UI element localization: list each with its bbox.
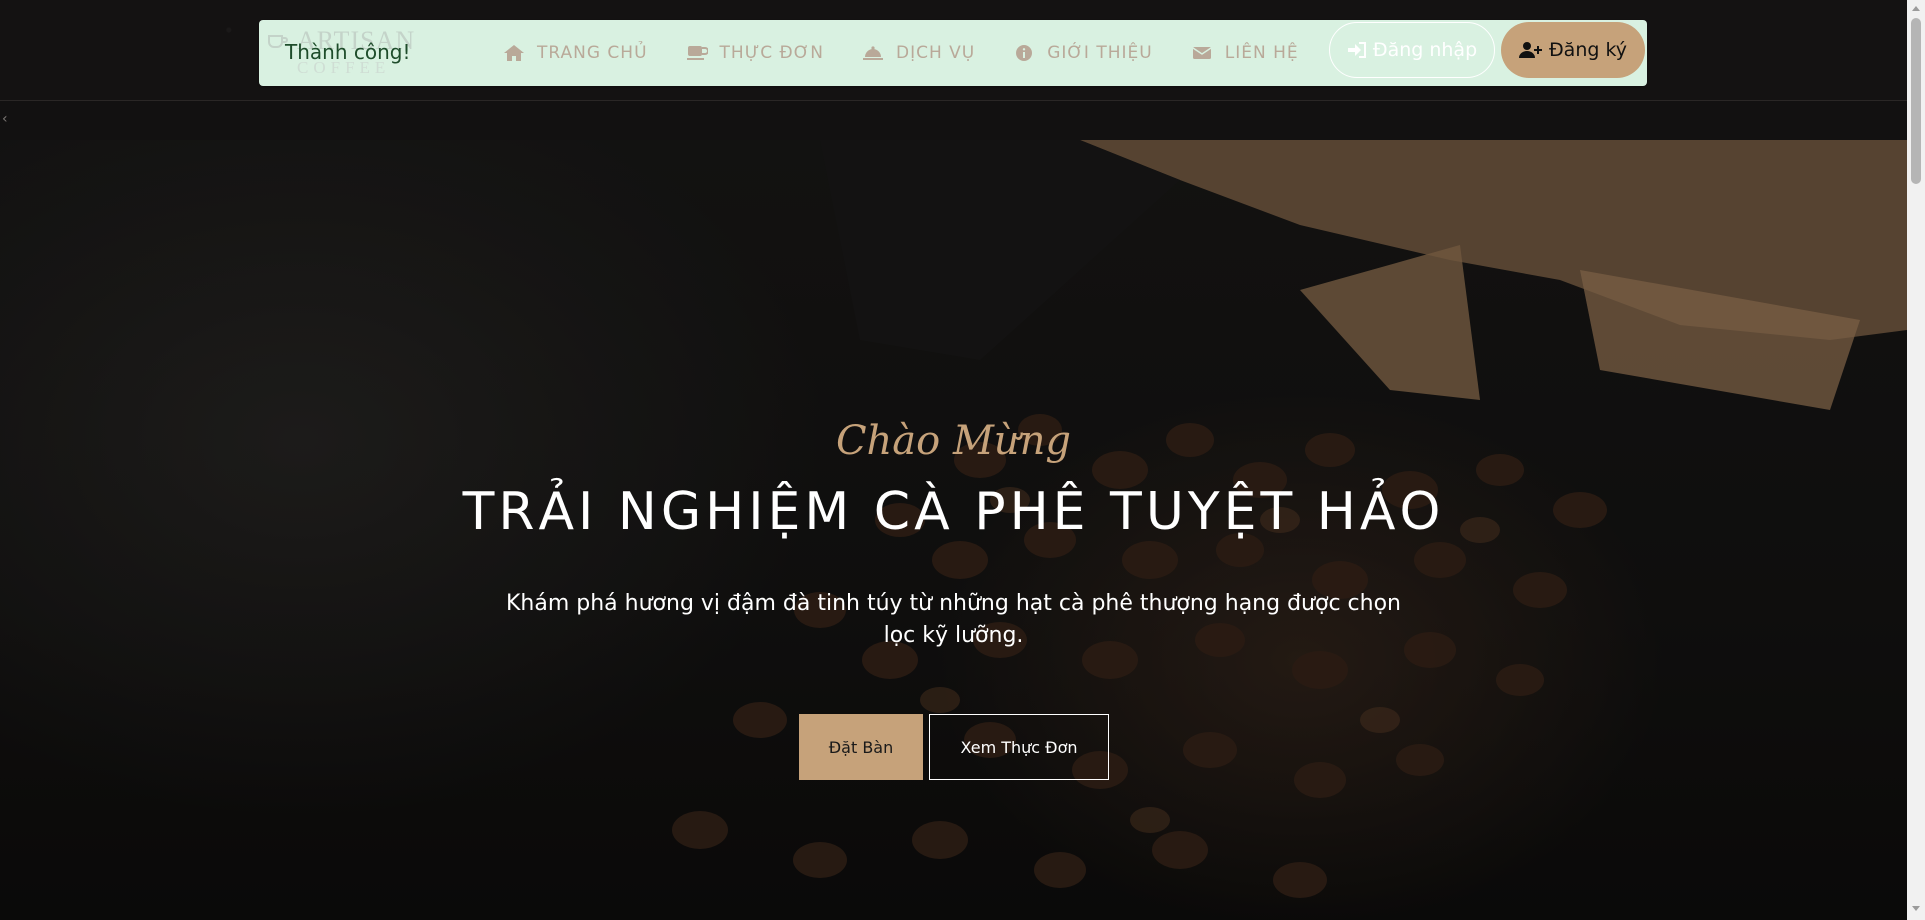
view-menu-button[interactable]: Xem Thực Đơn (929, 714, 1109, 780)
nav-item-label: LIÊN HỆ (1224, 43, 1299, 63)
login-button[interactable]: Đăng nhập (1329, 22, 1495, 78)
scroll-up-arrow-icon[interactable] (1912, 6, 1920, 11)
nav-item-home[interactable]: TRANG CHỦ (503, 43, 648, 63)
sign-in-icon (1347, 42, 1366, 58)
navbar: ARTISAN COFFEE Thành công! TRANG CHỦ THỰ… (259, 20, 1647, 86)
hero-eyebrow: Chào Mừng (835, 418, 1072, 464)
hero-section: Chào Mừng TRẢI NGHIỆM CÀ PHÊ TUYỆT HẢO K… (0, 140, 1907, 920)
nav-item-label: DỊCH VỤ (895, 43, 976, 63)
coffee-mug-icon (686, 46, 708, 60)
hero-description: Khám phá hương vị đậm đà tinh túy từ nhữ… (506, 591, 1401, 648)
nav-item-label: TRANG CHỦ (537, 43, 648, 63)
info-circle-icon (1016, 45, 1033, 61)
vertical-scrollbar[interactable] (1907, 0, 1925, 920)
nav-item-label: THỰC ĐƠN (719, 43, 824, 63)
nav-item-services[interactable]: DỊCH VỤ (862, 43, 975, 63)
home-icon (504, 45, 524, 61)
signup-button[interactable]: Đăng ký (1501, 22, 1645, 78)
user-plus-icon (1518, 42, 1542, 58)
nav-item-menu[interactable]: THỰC ĐƠN (686, 43, 824, 63)
main-nav: TRANG CHỦ THỰC ĐƠN DỊCH VỤ GIỚI THIỆU LI… (503, 20, 1299, 86)
login-label: Đăng nhập (1372, 39, 1478, 61)
success-toast-message: Thành công! (285, 40, 411, 64)
sub-header-bar (0, 100, 1907, 141)
book-table-button[interactable]: Đặt Bàn (799, 714, 923, 780)
scroll-down-arrow-icon[interactable] (1912, 906, 1920, 911)
signup-label: Đăng ký (1548, 39, 1628, 61)
hero-title: TRẢI NGHIỆM CÀ PHÊ TUYỆT HẢO (462, 482, 1445, 542)
nav-item-contact[interactable]: LIÊN HỆ (1191, 43, 1299, 63)
chevron-left-icon[interactable]: ‹ (2, 112, 12, 126)
envelope-icon (1192, 47, 1212, 59)
cloche-icon (862, 46, 883, 60)
nav-item-label: GIỚI THIỆU (1047, 43, 1153, 63)
scrollbar-thumb[interactable] (1911, 18, 1921, 184)
nav-item-about[interactable]: GIỚI THIỆU (1013, 43, 1153, 63)
